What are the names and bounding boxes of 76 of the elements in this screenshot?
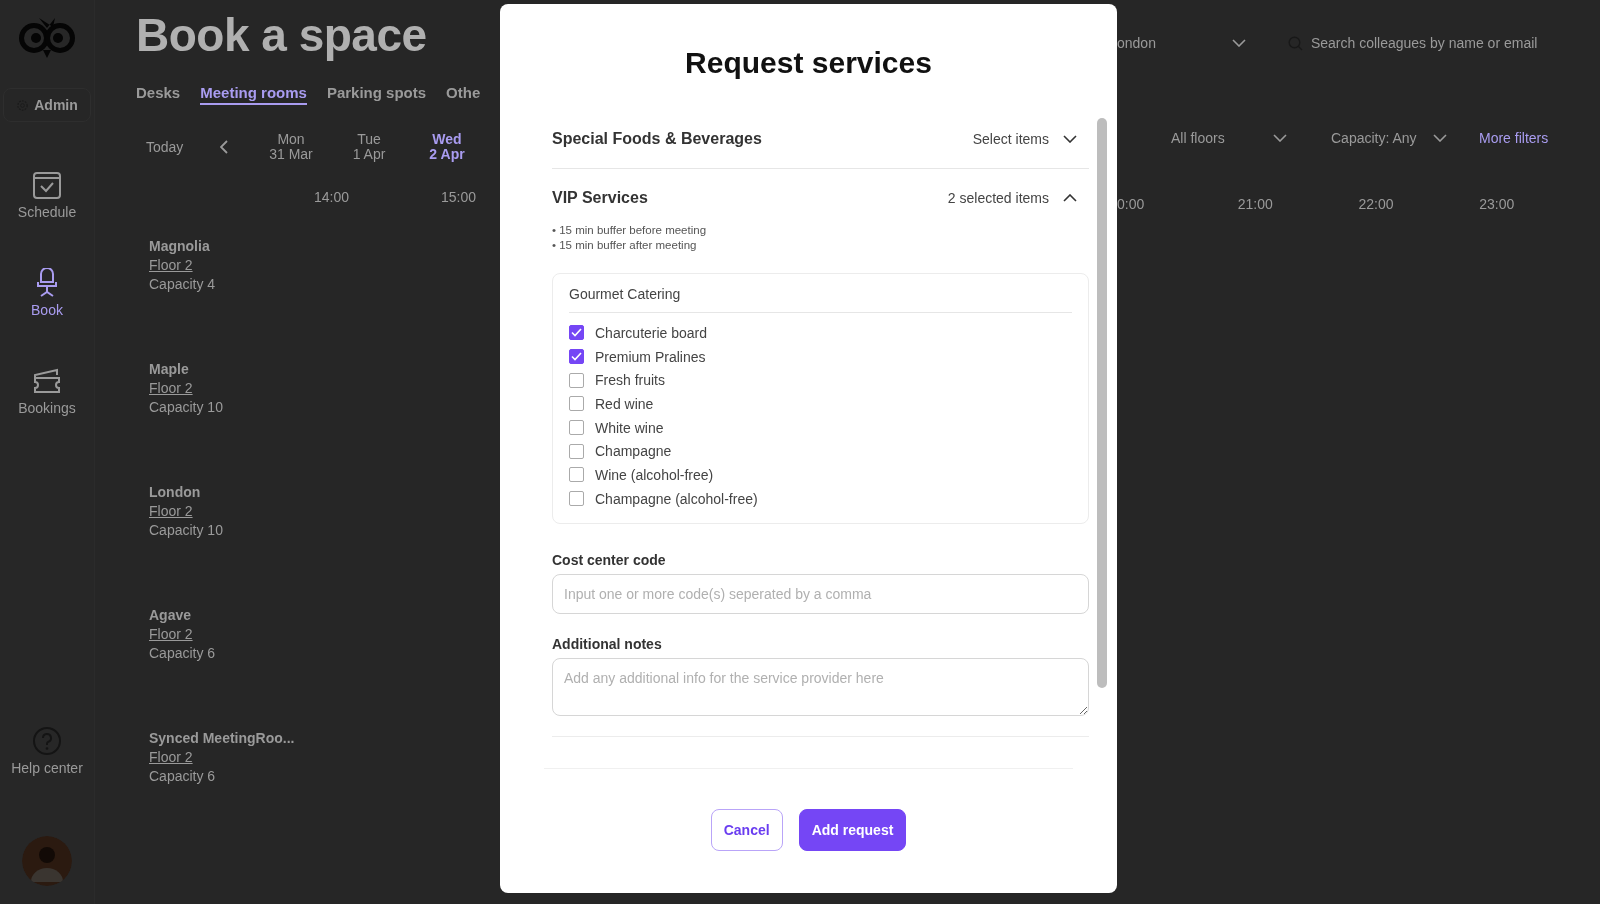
nav-item[interactable]: Schedule — [17, 170, 77, 220]
time-label: 15:00 — [441, 189, 477, 207]
chevron-down-icon — [1273, 134, 1287, 142]
group-title: Gourmet Catering — [569, 286, 1072, 313]
room-name: Maple — [149, 360, 190, 379]
option-label: Wine (alcohol-free) — [595, 466, 714, 483]
chevron-down-icon — [1433, 134, 1447, 142]
room-capacity: Capacity 10 — [149, 521, 224, 540]
date-button[interactable]: Mon 31 Mar — [252, 132, 330, 162]
tab[interactable]: Parking spots — [326, 84, 427, 105]
help-center-link[interactable]: Help center — [11, 726, 83, 776]
time-label: 22:00 — [1358, 196, 1395, 212]
option-label: Champagne — [595, 443, 672, 460]
floor-link[interactable]: Floor 2 — [149, 379, 500, 398]
room-capacity: Capacity 6 — [149, 644, 217, 663]
nav-item[interactable]: Book — [31, 268, 63, 318]
room-capacity: Capacity 10 — [149, 398, 224, 417]
cancel-button[interactable]: Cancel — [710, 809, 783, 851]
calendar-check-icon — [32, 170, 62, 200]
room-name: London — [149, 483, 202, 502]
admin-button[interactable]: Admin — [3, 88, 91, 122]
checkbox[interactable] — [569, 396, 584, 412]
checkbox[interactable] — [569, 325, 584, 341]
tab[interactable]: Meeting rooms — [200, 84, 307, 105]
floor-link[interactable]: Floor 2 — [149, 748, 500, 767]
tab[interactable]: Othe — [446, 84, 481, 105]
time-label: 0:00 — [1117, 196, 1146, 212]
chevron-down-icon — [1063, 135, 1077, 143]
option-label: White wine — [595, 419, 664, 436]
room-name: Magnolia — [149, 237, 211, 256]
filter-dropdown[interactable]: All floors — [1157, 130, 1287, 146]
option-label: Red wine — [595, 395, 654, 412]
date-button[interactable]: Tue 1 Apr — [330, 132, 408, 162]
time-label: 14:00 — [314, 189, 350, 207]
time-label: 21:00 — [1237, 196, 1274, 212]
chevron-left-icon[interactable] — [220, 140, 228, 154]
option-label: Champagne (alcohol-free) — [595, 490, 758, 507]
more-filters-link[interactable]: More filters — [1479, 130, 1549, 146]
ticket-icon — [32, 366, 62, 396]
room-capacity: Capacity 6 — [149, 767, 217, 786]
floor-link[interactable]: Floor 2 — [149, 625, 500, 644]
field-label: Cost center code — [552, 551, 667, 568]
notes-field[interactable]: Add any additional info for the service provider here — [552, 657, 1089, 716]
page-title: Book a space — [136, 8, 428, 62]
field-label: Additional notes — [552, 635, 663, 652]
accordion-header[interactable]: Special Foods & Beverages Select items — [552, 118, 1089, 169]
room-capacity: Capacity 4 — [149, 275, 217, 294]
today-button[interactable]: Today — [146, 139, 208, 155]
nav-item[interactable]: Bookings — [18, 366, 76, 416]
option-label: Fresh fruits — [595, 372, 665, 389]
note-text: • 15 min buffer after meeting — [552, 238, 698, 253]
chevron-down-icon — [1231, 39, 1246, 47]
date-button[interactable]: Wed 2 Apr — [408, 132, 486, 162]
room-name: Agave — [149, 606, 193, 625]
location-dropdown[interactable]: ondon — [1117, 35, 1246, 51]
filter-dropdown[interactable]: Capacity: Any — [1317, 130, 1447, 146]
checkbox[interactable] — [569, 349, 584, 365]
cost-center-field[interactable]: Input one or more code(s) seperated by a comma — [552, 573, 1089, 614]
floor-link[interactable]: Floor 2 — [149, 256, 500, 275]
checkbox[interactable] — [569, 420, 584, 436]
scrollbar[interactable] — [1097, 118, 1107, 688]
time-label: 23:00 — [1479, 196, 1516, 212]
avatar[interactable] — [22, 836, 72, 886]
search-field[interactable]: Search colleagues by name or email — [1287, 35, 1538, 51]
dialog-title: Request services — [684, 46, 933, 80]
room-name: Synced MeetingRoo... — [149, 729, 296, 748]
checkbox[interactable] — [569, 467, 584, 483]
option-label: Premium Pralines — [595, 348, 706, 365]
checkbox[interactable] — [569, 372, 584, 388]
floor-link[interactable]: Floor 2 — [149, 502, 500, 521]
add-request-button[interactable]: Add request — [798, 809, 907, 851]
chevron-up-icon — [1063, 194, 1077, 202]
option-label: Charcuterie board — [595, 324, 708, 341]
tab[interactable]: Desks — [136, 84, 181, 105]
checkbox[interactable] — [569, 491, 584, 507]
checkbox[interactable] — [569, 443, 584, 459]
